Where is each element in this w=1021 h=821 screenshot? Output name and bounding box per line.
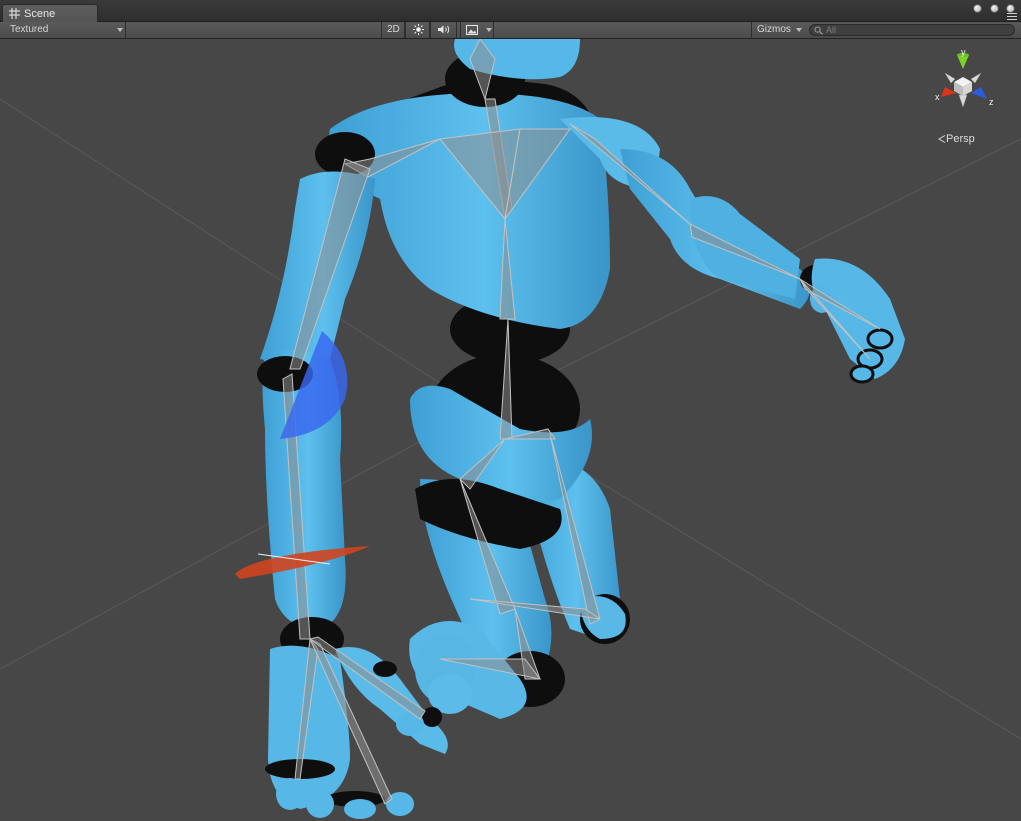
window-button-left[interactable] bbox=[973, 4, 982, 13]
chevron-down-icon bbox=[486, 28, 492, 32]
image-icon bbox=[466, 25, 478, 35]
mode-2d-button[interactable]: 2D bbox=[381, 22, 405, 38]
audio-toggle[interactable] bbox=[430, 22, 457, 38]
sun-icon bbox=[413, 24, 424, 35]
gizmos-dropdown[interactable]: Gizmos bbox=[751, 22, 805, 38]
gizmo-axis-x-label: x bbox=[935, 92, 940, 102]
window-button-right[interactable] bbox=[1006, 4, 1015, 13]
window-button-middle[interactable] bbox=[990, 4, 999, 13]
scene-render bbox=[0, 39, 1021, 819]
gizmo-axis-y-label: y bbox=[961, 47, 966, 57]
lighting-toggle[interactable] bbox=[405, 22, 430, 38]
gizmo-center-cube[interactable] bbox=[954, 77, 972, 96]
effects-dropdown[interactable] bbox=[460, 22, 494, 38]
context-menu-icon[interactable] bbox=[1007, 13, 1017, 20]
projection-label[interactable]: Persp bbox=[946, 133, 975, 145]
scene-grid-icon bbox=[9, 8, 20, 19]
scene-viewport[interactable]: y x z Persp bbox=[0, 39, 1021, 821]
render-mode-value: Textured bbox=[10, 24, 49, 35]
tab-label: Scene bbox=[24, 8, 56, 20]
unity-scene-window: Scene Textured 2D Gizmos All y x z Persp bbox=[0, 0, 1021, 821]
speaker-icon bbox=[438, 25, 450, 34]
gizmo-x-cone[interactable] bbox=[941, 87, 956, 97]
gizmos-label: Gizmos bbox=[757, 24, 791, 35]
orientation-gizmo[interactable]: y x z bbox=[923, 47, 1003, 119]
render-mode-dropdown[interactable]: Textured bbox=[0, 22, 126, 38]
perspective-icon bbox=[938, 135, 946, 143]
mode-2d-label: 2D bbox=[387, 24, 400, 35]
chevron-down-icon bbox=[796, 28, 802, 32]
chevron-down-icon bbox=[117, 28, 123, 32]
search-icon bbox=[814, 26, 823, 35]
arm-right bbox=[620, 149, 905, 384]
tab-bar: Scene bbox=[0, 0, 1021, 22]
search-field[interactable] bbox=[809, 24, 1015, 36]
scene-toolbar: Textured 2D Gizmos bbox=[0, 22, 1021, 39]
search-input[interactable] bbox=[826, 25, 1006, 35]
gizmo-z-cone[interactable] bbox=[971, 87, 987, 99]
gizmo-axis-z-label: z bbox=[989, 97, 994, 107]
tab-scene[interactable]: Scene bbox=[2, 4, 98, 22]
